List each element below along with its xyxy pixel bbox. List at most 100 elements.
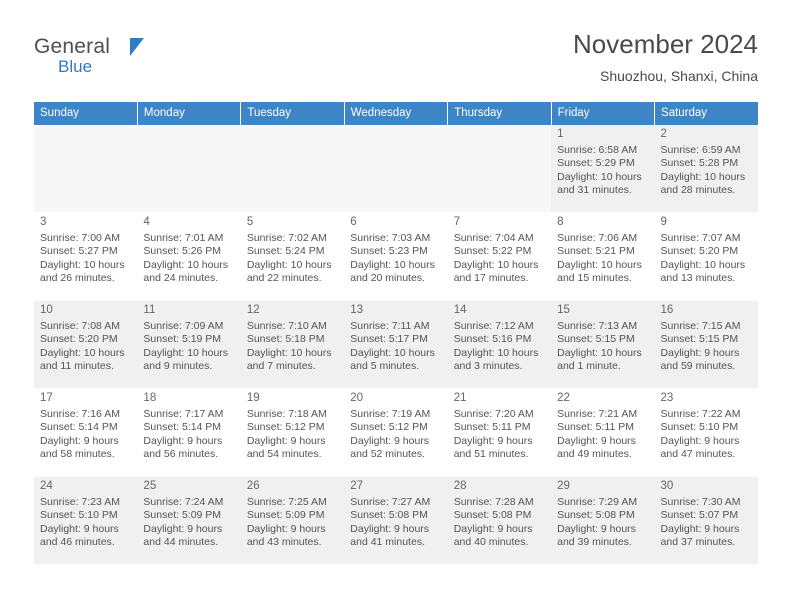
day-sun-info: Sunrise: 7:23 AM Sunset: 5:10 PM Dayligh… xyxy=(40,495,120,549)
calendar-day-cell: 11 Sunrise: 7:09 AM Sunset: 5:19 PM Dayl… xyxy=(137,300,241,389)
weekday-header-wednesday: Wednesday xyxy=(344,102,449,125)
calendar-day-cell: 8 Sunrise: 7:06 AM Sunset: 5:21 PM Dayli… xyxy=(551,212,655,301)
calendar-day-cell-empty xyxy=(137,125,241,213)
day-number: 22 xyxy=(557,392,570,404)
weekday-header-sunday: Sunday xyxy=(34,102,138,125)
calendar-header-row: Sunday Monday Tuesday Wednesday Thursday… xyxy=(34,102,758,125)
day-sun-info: Sunrise: 6:58 AM Sunset: 5:29 PM Dayligh… xyxy=(557,143,642,197)
day-sun-info: Sunrise: 7:08 AM Sunset: 5:20 PM Dayligh… xyxy=(40,319,125,373)
page-title: November 2024 xyxy=(573,29,758,59)
day-number: 4 xyxy=(143,216,150,228)
day-sun-info: Sunrise: 7:19 AM Sunset: 5:12 PM Dayligh… xyxy=(350,407,431,461)
day-number: 13 xyxy=(350,304,364,316)
day-sun-info: Sunrise: 7:06 AM Sunset: 5:21 PM Dayligh… xyxy=(557,231,642,285)
calendar-day-cell: 27 Sunrise: 7:27 AM Sunset: 5:08 PM Dayl… xyxy=(344,476,448,565)
calendar-day-cell: 12 Sunrise: 7:10 AM Sunset: 5:18 PM Dayl… xyxy=(240,300,345,389)
calendar-page: General Blue November 2024 Shuozhou, Sha… xyxy=(0,0,792,612)
calendar-day-cell-empty xyxy=(34,125,138,213)
weekday-header-saturday: Saturday xyxy=(654,102,758,125)
day-sun-info: Sunrise: 7:27 AM Sunset: 5:08 PM Dayligh… xyxy=(350,495,431,549)
day-number: 8 xyxy=(557,216,564,228)
calendar-day-cell: 13 Sunrise: 7:11 AM Sunset: 5:17 PM Dayl… xyxy=(344,300,448,389)
weekday-header-thursday: Thursday xyxy=(447,102,552,125)
day-number: 21 xyxy=(453,392,467,404)
calendar-day-cell-empty xyxy=(447,125,552,213)
day-number: 29 xyxy=(557,480,570,492)
day-number: 2 xyxy=(660,128,667,140)
day-number: 23 xyxy=(660,392,674,404)
calendar-day-cell: 15 Sunrise: 7:13 AM Sunset: 5:15 PM Dayl… xyxy=(551,300,655,389)
day-number: 11 xyxy=(143,304,156,316)
calendar-day-cell: 14 Sunrise: 7:12 AM Sunset: 5:16 PM Dayl… xyxy=(447,300,552,389)
day-sun-info: Sunrise: 7:03 AM Sunset: 5:23 PM Dayligh… xyxy=(350,231,435,285)
day-sun-info: Sunrise: 7:00 AM Sunset: 5:27 PM Dayligh… xyxy=(40,231,125,285)
calendar-week-row: 24 Sunrise: 7:23 AM Sunset: 5:10 PM Dayl… xyxy=(34,476,758,565)
calendar-day-cell: 5 Sunrise: 7:02 AM Sunset: 5:24 PM Dayli… xyxy=(240,212,345,301)
day-number: 10 xyxy=(40,304,53,316)
day-number: 27 xyxy=(350,480,364,492)
day-sun-info: Sunrise: 7:25 AM Sunset: 5:09 PM Dayligh… xyxy=(246,495,327,549)
calendar-day-cell: 28 Sunrise: 7:28 AM Sunset: 5:08 PM Dayl… xyxy=(447,476,552,565)
calendar-day-cell: 7 Sunrise: 7:04 AM Sunset: 5:22 PM Dayli… xyxy=(447,212,552,301)
title-block: November 2024 Shuozhou, Shanxi, China xyxy=(573,28,758,84)
weekday-header-friday: Friday xyxy=(551,102,656,125)
calendar-day-cell: 24 Sunrise: 7:23 AM Sunset: 5:10 PM Dayl… xyxy=(34,476,138,565)
day-sun-info: Sunrise: 7:20 AM Sunset: 5:11 PM Dayligh… xyxy=(453,407,534,461)
day-number: 7 xyxy=(453,216,461,228)
calendar-day-cell: 2 Sunrise: 6:59 AM Sunset: 5:28 PM Dayli… xyxy=(654,125,758,213)
day-sun-info: Sunrise: 7:09 AM Sunset: 5:19 PM Dayligh… xyxy=(143,319,229,373)
day-sun-info: Sunrise: 7:02 AM Sunset: 5:24 PM Dayligh… xyxy=(246,231,332,285)
day-number: 5 xyxy=(246,216,254,228)
logo-text-blue: Blue xyxy=(58,57,93,76)
calendar-day-cell: 18 Sunrise: 7:17 AM Sunset: 5:14 PM Dayl… xyxy=(137,388,241,477)
calendar-day-cell: 10 Sunrise: 7:08 AM Sunset: 5:20 PM Dayl… xyxy=(34,300,138,389)
calendar-week-row: 3 Sunrise: 7:00 AM Sunset: 5:27 PM Dayli… xyxy=(34,212,758,301)
calendar-day-cell: 19 Sunrise: 7:18 AM Sunset: 5:12 PM Dayl… xyxy=(240,388,345,477)
day-number: 25 xyxy=(143,480,157,492)
day-sun-info: Sunrise: 7:22 AM Sunset: 5:10 PM Dayligh… xyxy=(660,407,741,461)
calendar-day-cell-empty xyxy=(240,125,345,213)
day-number: 24 xyxy=(40,480,53,492)
calendar-day-cell: 22 Sunrise: 7:21 AM Sunset: 5:11 PM Dayl… xyxy=(551,388,655,477)
calendar-week-row: 17 Sunrise: 7:16 AM Sunset: 5:14 PM Dayl… xyxy=(34,388,758,477)
calendar-day-cell: 6 Sunrise: 7:03 AM Sunset: 5:23 PM Dayli… xyxy=(344,212,448,301)
day-number: 17 xyxy=(40,392,53,404)
calendar-week-row: 10 Sunrise: 7:08 AM Sunset: 5:20 PM Dayl… xyxy=(34,300,758,389)
day-sun-info: Sunrise: 7:24 AM Sunset: 5:09 PM Dayligh… xyxy=(143,495,224,549)
day-number: 3 xyxy=(40,216,47,228)
day-number: 16 xyxy=(660,304,674,316)
day-sun-info: Sunrise: 7:04 AM Sunset: 5:22 PM Dayligh… xyxy=(453,231,539,285)
calendar-day-cell: 25 Sunrise: 7:24 AM Sunset: 5:09 PM Dayl… xyxy=(137,476,241,565)
calendar-day-cell: 9 Sunrise: 7:07 AM Sunset: 5:20 PM Dayli… xyxy=(654,212,758,301)
calendar-day-cell-empty xyxy=(344,125,448,213)
day-sun-info: Sunrise: 7:29 AM Sunset: 5:08 PM Dayligh… xyxy=(557,495,638,549)
day-sun-info: Sunrise: 7:15 AM Sunset: 5:15 PM Dayligh… xyxy=(660,319,741,373)
day-sun-info: Sunrise: 7:18 AM Sunset: 5:12 PM Dayligh… xyxy=(246,407,327,461)
calendar-table: Sunday Monday Tuesday Wednesday Thursday… xyxy=(34,102,758,565)
day-number: 28 xyxy=(453,480,467,492)
calendar-day-cell: 16 Sunrise: 7:15 AM Sunset: 5:15 PM Dayl… xyxy=(654,300,758,389)
day-sun-info: Sunrise: 7:21 AM Sunset: 5:11 PM Dayligh… xyxy=(557,407,638,461)
calendar-day-cell: 20 Sunrise: 7:19 AM Sunset: 5:12 PM Dayl… xyxy=(344,388,448,477)
calendar-day-cell: 4 Sunrise: 7:01 AM Sunset: 5:26 PM Dayli… xyxy=(137,212,241,301)
page-subtitle: Shuozhou, Shanxi, China xyxy=(600,68,758,84)
day-number: 6 xyxy=(350,216,357,228)
day-number: 14 xyxy=(453,304,467,316)
day-sun-info: Sunrise: 7:16 AM Sunset: 5:14 PM Dayligh… xyxy=(40,407,120,461)
day-number: 1 xyxy=(557,128,564,140)
calendar-day-cell: 30 Sunrise: 7:30 AM Sunset: 5:07 PM Dayl… xyxy=(654,476,758,565)
day-sun-info: Sunrise: 7:11 AM Sunset: 5:17 PM Dayligh… xyxy=(350,319,435,373)
day-sun-info: Sunrise: 7:01 AM Sunset: 5:26 PM Dayligh… xyxy=(143,231,229,285)
calendar-day-cell: 23 Sunrise: 7:22 AM Sunset: 5:10 PM Dayl… xyxy=(654,388,758,477)
day-sun-info: Sunrise: 6:59 AM Sunset: 5:28 PM Dayligh… xyxy=(660,143,746,197)
day-number: 9 xyxy=(660,216,667,228)
calendar-day-cell: 21 Sunrise: 7:20 AM Sunset: 5:11 PM Dayl… xyxy=(447,388,552,477)
calendar-day-cell: 1 Sunrise: 6:58 AM Sunset: 5:29 PM Dayli… xyxy=(551,125,655,213)
weekday-header-monday: Monday xyxy=(137,102,242,125)
day-number: 26 xyxy=(246,480,260,492)
calendar-day-cell: 17 Sunrise: 7:16 AM Sunset: 5:14 PM Dayl… xyxy=(34,388,138,477)
logo-text-general: General xyxy=(34,35,111,58)
day-sun-info: Sunrise: 7:12 AM Sunset: 5:16 PM Dayligh… xyxy=(453,319,539,373)
generalblue-logo: General Blue xyxy=(34,28,164,76)
calendar-day-cell: 26 Sunrise: 7:25 AM Sunset: 5:09 PM Dayl… xyxy=(240,476,345,565)
